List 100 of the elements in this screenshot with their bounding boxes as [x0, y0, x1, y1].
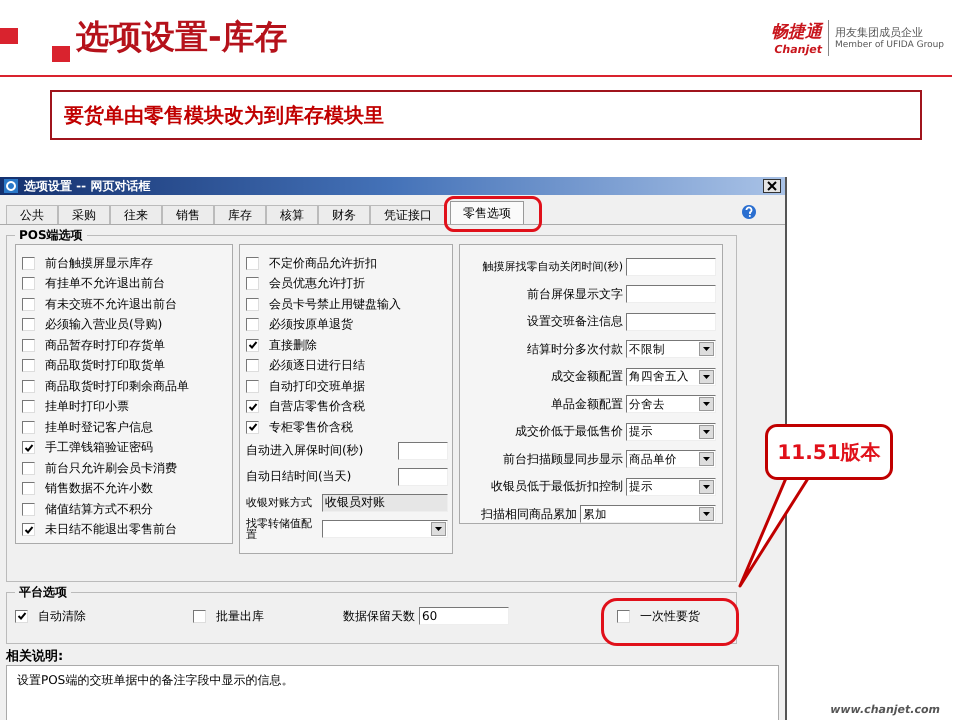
input-field[interactable]	[626, 258, 716, 276]
tab[interactable]: 零售选项	[450, 201, 524, 224]
input-field[interactable]	[398, 468, 448, 486]
option-label: 商品暂存时打印存货单	[45, 336, 165, 354]
checkbox[interactable]	[22, 482, 35, 496]
checkbox[interactable]	[22, 277, 35, 290]
option-label: 自动清除	[38, 608, 86, 624]
option-label: 有未交班不允许退出前台	[45, 296, 177, 313]
option-label: 储值结算方式不积分	[45, 500, 153, 518]
field-label: 扫描相同商品累加	[481, 506, 577, 523]
option-label: 未日结不能退出零售前台	[45, 521, 177, 538]
decoration-square	[0, 28, 18, 44]
checkbox[interactable]	[246, 400, 259, 414]
option-label: 必须输入营业员(导购)	[45, 316, 162, 334]
option-label: 一次性要货	[640, 608, 700, 624]
window-title: 选项设置 -- 网页对话框	[24, 178, 152, 194]
tab[interactable]: 财务	[318, 205, 370, 224]
option-label: 有挂单不允许退出前台	[45, 275, 165, 292]
tab[interactable]: 销售	[162, 205, 214, 224]
browser-icon	[4, 179, 18, 193]
checkbox[interactable]	[22, 359, 35, 372]
checkbox[interactable]	[22, 318, 35, 332]
checkbox[interactable]	[246, 420, 259, 434]
logo-tagline: 用友集团成员企业	[834, 25, 924, 40]
help-icon[interactable]	[741, 204, 757, 220]
option-label: 必须逐日进行日结	[269, 357, 365, 374]
close-button[interactable]	[763, 179, 781, 193]
dropdown[interactable]: 分舍去	[626, 395, 716, 414]
tab[interactable]: 公共	[6, 205, 58, 224]
logo-tagline: Member of UFIDA Group	[834, 40, 944, 50]
field-label: 自动日结时间(当天)	[246, 468, 352, 485]
subtitle-banner: 要货单由零售模块改为到库存模块里	[50, 90, 922, 140]
option-label: 前台触摸屏显示库存	[45, 254, 153, 272]
option-label: 前台只允许刷会员卡消费	[45, 460, 177, 477]
option-label: 自动打印交班单据	[269, 378, 365, 395]
notes-text: 设置POS端的交班单据中的备注字段中显示的信息。	[6, 665, 779, 720]
option-label: 直接删除	[269, 336, 317, 354]
input-field[interactable]	[626, 312, 716, 331]
checkbox[interactable]	[246, 318, 259, 332]
checkbox[interactable]	[22, 380, 35, 393]
checkbox[interactable]	[22, 441, 35, 454]
option-label: 自营店零售价含税	[269, 398, 365, 416]
field-label: 数据保留天数	[343, 608, 415, 624]
checkbox[interactable]	[22, 420, 35, 434]
checkbox[interactable]	[15, 610, 28, 622]
tab[interactable]: 库存	[214, 205, 266, 224]
option-label: 挂单时登记客户信息	[45, 418, 153, 436]
dropdown[interactable]: 不限制	[626, 340, 716, 358]
input-field[interactable]	[626, 285, 716, 304]
readonly-field: 收银员对账	[322, 494, 448, 512]
dropdown[interactable]: 商品单价	[626, 450, 716, 468]
option-label: 商品取货时打印剩余商品单	[45, 378, 189, 395]
callout-bubble: 11.51版本	[765, 424, 893, 480]
input-field[interactable]: 60	[419, 607, 509, 625]
logo-wordmark: Chanjet	[774, 42, 822, 56]
tab[interactable]: 采购	[58, 205, 110, 224]
option-label: 必须按原单退货	[269, 316, 353, 334]
group-title: 平台选项	[18, 584, 68, 601]
checkbox[interactable]	[246, 256, 259, 270]
checkbox[interactable]	[22, 256, 35, 270]
checkbox[interactable]	[617, 610, 630, 622]
dropdown[interactable]: 累加	[580, 505, 716, 524]
field-label: 前台屏保显示文字	[527, 286, 623, 303]
option-label: 批量出库	[216, 608, 264, 624]
option-label: 挂单时打印小票	[45, 398, 129, 416]
field-label: 结算时分多次付款	[527, 340, 623, 358]
checkbox[interactable]	[246, 338, 259, 352]
checkbox[interactable]	[22, 400, 35, 414]
field-label: 成交金额配置	[551, 368, 623, 386]
checkbox[interactable]	[246, 277, 259, 290]
option-label: 手工弹钱箱验证密码	[45, 439, 153, 456]
checkbox[interactable]	[246, 380, 259, 393]
tab[interactable]: 核算	[266, 205, 318, 224]
dropdown[interactable]	[322, 520, 448, 538]
field-label: 成交价低于最低售价	[515, 423, 623, 440]
field-label: 自动进入屏保时间(秒)	[246, 442, 364, 459]
checkbox[interactable]	[246, 298, 259, 311]
checkbox[interactable]	[22, 338, 35, 352]
close-icon	[767, 181, 777, 191]
field-label: 收银员低于最低折扣控制	[491, 478, 623, 496]
tab[interactable]: 往来	[110, 205, 162, 224]
logo-name: 畅捷通	[770, 20, 822, 42]
option-label: 不定价商品允许折扣	[269, 254, 377, 272]
checkbox[interactable]	[22, 462, 35, 475]
checkbox[interactable]	[246, 359, 259, 372]
checkbox[interactable]	[22, 502, 35, 516]
field-label: 收银对账方式	[246, 497, 313, 508]
dropdown[interactable]: 提示	[626, 478, 716, 496]
slide-title: 选项设置-库存	[76, 16, 289, 58]
dropdown[interactable]: 角四舍五入	[626, 368, 716, 386]
footer-url: www.chanjet.com	[830, 703, 940, 716]
checkbox[interactable]	[193, 610, 206, 622]
field-label: 前台扫描顾显同步显示	[503, 450, 623, 468]
field-label: 单品金额配置	[551, 396, 623, 413]
dropdown[interactable]: 提示	[626, 422, 716, 441]
checkbox[interactable]	[22, 523, 35, 536]
tab[interactable]: 凭证接口	[370, 205, 446, 224]
field-label: 找零转储值配置	[246, 518, 313, 540]
input-field[interactable]	[398, 442, 448, 460]
checkbox[interactable]	[22, 298, 35, 311]
